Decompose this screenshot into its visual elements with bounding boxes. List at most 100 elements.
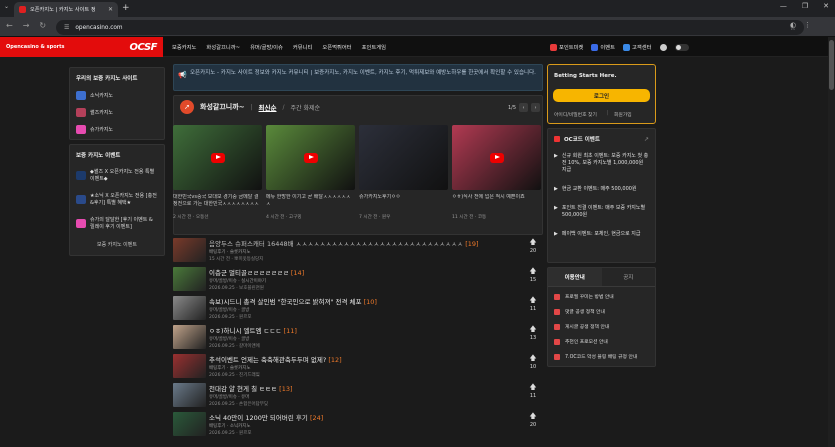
post-title[interactable]: 추석이벤트 언제는 축축해관축두두며 없제? [12] <box>209 354 509 364</box>
tab-guide[interactable]: 이용안내 <box>548 268 602 286</box>
card-thumbnail[interactable] <box>266 125 355 190</box>
post-title[interactable]: ㅇㅎ)하니시 엘트엠 ㄷㄷㄷ [11] <box>209 325 509 335</box>
casino-item[interactable]: 소닉카지노 <box>76 91 158 100</box>
notice-item[interactable]: 프로필 꾸미는 방법 안내 <box>554 293 649 300</box>
gallery-title[interactable]: 화성갈끄니까~ <box>200 102 245 112</box>
maximize-icon[interactable]: ❐ <box>802 2 808 10</box>
nav-item[interactable]: 화성갈끄니까~ <box>206 43 240 51</box>
notice-item[interactable]: 댓글 공생 정책 안내 <box>554 308 649 315</box>
login-button[interactable]: 로그인 <box>553 89 650 102</box>
post-row[interactable]: ㅇㅎ)하니시 엘트엠 ㄷㄷㄷ [11] 유머/골방/이슈 · 골방 2026.09.… <box>173 323 543 352</box>
post-thumbnail[interactable] <box>173 383 206 407</box>
register-link[interactable]: 회원가입 <box>614 111 632 118</box>
notice-item[interactable]: 7.OC코드 악성 플링 배팅 규정 안내 <box>554 353 649 360</box>
up-arrow-icon[interactable]: 🡅 <box>527 239 539 246</box>
user-nav-item[interactable]: 포인트미켓 <box>550 43 583 51</box>
up-arrow-icon[interactable]: 🡅 <box>527 326 539 333</box>
nav-item[interactable]: 포인트게임 <box>362 43 386 51</box>
new-tab-button[interactable]: + <box>122 3 130 14</box>
tab-list-button[interactable]: ⌄ <box>4 3 9 10</box>
card-title[interactable]: ㅇㅎ)식사 전에 입은 적시 예쁜이죠 <box>452 194 541 208</box>
casino-item[interactable]: 슈가카지노 <box>76 125 158 134</box>
event-link[interactable]: ▶ 현금 교환 이벤트: 매주 500,000원 <box>554 186 649 193</box>
event-link[interactable]: ▶ 신규 회원 최초 이벤트: 보증 카지노 첫 충전 10%, 보증 카지노별 … <box>554 153 649 174</box>
card-thumbnail[interactable] <box>452 125 541 190</box>
extensions-icon[interactable]: ◐ <box>790 21 796 29</box>
find-account-link[interactable]: 아이디/비밀번호 찾기 <box>554 111 597 118</box>
reload-icon[interactable]: ↻ <box>39 21 46 30</box>
post-row[interactable]: 추석이벤트 언제는 축축해관축두두며 없제? [12] 배팅후기 · 슬롯카지노 2… <box>173 352 543 381</box>
post-row[interactable]: 소닉 40만이 1200만 되어버린 후기 [24] 배팅후기 · 소닉카지노 20… <box>173 410 543 439</box>
forward-icon[interactable]: → <box>23 21 30 30</box>
nav-item[interactable]: 커뮤니티 <box>293 43 313 51</box>
close-window-icon[interactable]: ✕ <box>823 2 829 10</box>
gallery-card[interactable]: 대한민국vs중국 보대보 경기중 금메달 결정전으로 가는 대한민국ㅅㅅㅅㅅㅅㅅ… <box>173 125 262 220</box>
site-info-icon[interactable]: ☰ <box>64 24 69 31</box>
gallery-card[interactable]: 메듀 한방한 이기고 곧 배달ㅅㅅㅅㅅㅅㅅㅅ 4 시간 전 · 고구밍 <box>266 125 355 220</box>
post-thumbnail[interactable] <box>173 267 206 291</box>
up-arrow-icon[interactable]: 🡅 <box>527 355 539 362</box>
nav-item[interactable]: 유머/골방/이슈 <box>250 43 283 51</box>
card-thumbnail[interactable] <box>173 125 262 190</box>
tab-notice[interactable]: 공지 <box>602 268 656 286</box>
notice-item[interactable]: 추천인 프로모션 안내 <box>554 338 649 345</box>
sort-weekly-tab[interactable]: 주간 화제순 <box>291 103 321 112</box>
play-icon[interactable] <box>489 152 504 163</box>
post-title[interactable]: 이층군 멀티골ㄹㄹㄹㄹㄹㄹㄹ [14] <box>209 267 509 277</box>
external-link-icon[interactable]: ↗ <box>644 136 649 143</box>
post-title[interactable]: 음양두스 슈퍼스캐터 16448배 ㅅㅅㅅㅅㅅㅅㅅㅅㅅㅅㅅㅅㅅㅅㅅㅅㅅㅅㅅㅅㅅㅅ… <box>209 238 509 248</box>
card-title[interactable]: 슈가카지노후기ㅇㅇ <box>359 194 448 208</box>
post-thumbnail[interactable] <box>173 238 206 262</box>
url-field[interactable]: ☰ opencasino.com ☆ <box>56 20 804 35</box>
minimize-icon[interactable]: — <box>780 2 787 10</box>
next-page-icon[interactable]: › <box>531 103 541 112</box>
user-nav-item[interactable]: 이벤트 <box>591 43 615 51</box>
event-item[interactable]: 슈가의 달달한 [후기 이벤트 & 릴레이 후기 이벤트] <box>76 217 158 231</box>
theme-toggle[interactable] <box>674 43 689 51</box>
event-link[interactable]: ▶ 포인트 친결 이벤트: 매주 보증 카지노별 500,000원 <box>554 205 649 219</box>
user-nav-item[interactable]: 고객센터 <box>623 43 652 51</box>
prev-page-icon[interactable]: ‹ <box>519 103 529 112</box>
brand[interactable]: Opencasino & sports OCSF <box>0 37 163 57</box>
play-icon[interactable] <box>303 152 318 163</box>
play-icon[interactable] <box>210 152 225 163</box>
page-scrollbar[interactable] <box>828 37 835 447</box>
post-thumbnail[interactable] <box>173 412 206 436</box>
nav-item[interactable]: 오픈먹튀어터 <box>322 43 351 51</box>
sort-latest-tab[interactable]: 최신순 <box>259 102 277 112</box>
casino-item[interactable]: 썰즈카지노 <box>76 108 158 117</box>
event-item[interactable]: ★소닉 X 오픈카지노 전용 [충전&후기] 특별 혜택★ <box>76 193 158 207</box>
card-thumbnail[interactable] <box>359 125 448 190</box>
up-arrow-icon[interactable]: 🡅 <box>527 413 539 420</box>
site-logo[interactable]: OCSF <box>129 42 157 53</box>
browser-tab[interactable]: 오픈카지노 | 카지노 사이트 정 ✕ <box>14 2 118 17</box>
card-title[interactable]: 메듀 한방한 이기고 곧 배달ㅅㅅㅅㅅㅅㅅㅅ <box>266 194 355 208</box>
up-arrow-icon[interactable]: 🡅 <box>527 297 539 304</box>
close-tab-icon[interactable]: ✕ <box>108 6 113 13</box>
scrollbar-thumb[interactable] <box>829 40 834 90</box>
post-title[interactable]: 속보)시드니 총격 살인범 "한국인으로 밝혀져" 전격 체포 [10] <box>209 296 509 306</box>
post-thumbnail[interactable] <box>173 296 206 320</box>
event-item[interactable]: ◆썰즈 X 오픈카지노 전용 특별 이벤트◆ <box>76 169 158 183</box>
post-thumbnail[interactable] <box>173 325 206 349</box>
event-link[interactable]: ▶ 페이백 이벤트: 포체인, 현금으로 지급 <box>554 231 649 238</box>
post-thumbnail[interactable] <box>173 354 206 378</box>
post-row[interactable]: 속보)시드니 총격 살인범 "한국인으로 밝혀져" 전격 체포 [10] 유머/골… <box>173 294 543 323</box>
post-title[interactable]: 천대감 얄 현게 칠 ㅌㅌㅌ [13] <box>209 383 509 393</box>
up-arrow-icon[interactable]: 🡅 <box>527 268 539 275</box>
post-title[interactable]: 소닉 40만이 1200만 되어버린 후기 [24] <box>209 412 509 422</box>
post-row[interactable]: 이층군 멀티골ㄹㄹㄹㄹㄹㄹㄹ [14] 유머/골방/이슈 · 실시간이야기 2026… <box>173 265 543 294</box>
nav-item[interactable]: 보증카지노 <box>172 43 196 51</box>
back-icon[interactable]: ← <box>6 21 13 30</box>
casino-event-link[interactable]: 보증 카지노 이벤트 <box>76 241 158 248</box>
up-arrow-icon[interactable]: 🡅 <box>527 384 539 391</box>
card-title[interactable]: 대한민국vs중국 보대보 경기중 금메달 결정전으로 가는 대한민국ㅅㅅㅅㅅㅅㅅ… <box>173 194 262 208</box>
gallery-card[interactable]: ㅇㅎ)식사 전에 입은 적시 예쁜이죠 11 시간 전 · 코동 <box>452 125 541 220</box>
post-row[interactable]: 천대감 얄 현게 칠 ㅌㅌㅌ [13] 유머/골방/이슈 · 유머 2026.09.… <box>173 381 543 410</box>
casino-list: 소닉카지노썰즈카지노슈가카지노 <box>76 91 158 134</box>
menu-icon[interactable]: ⋮ <box>804 21 811 29</box>
post-row[interactable]: 음양두스 슈퍼스캐터 16448배 ㅅㅅㅅㅅㅅㅅㅅㅅㅅㅅㅅㅅㅅㅅㅅㅅㅅㅅㅅㅅㅅㅅ… <box>173 236 543 265</box>
gallery-card[interactable]: 슈가카지노후기ㅇㅇ 7 시간 전 · 원우 <box>359 125 448 220</box>
avatar-icon[interactable] <box>659 43 667 51</box>
notice-item[interactable]: 게시글 공생 정책 안내 <box>554 323 649 330</box>
